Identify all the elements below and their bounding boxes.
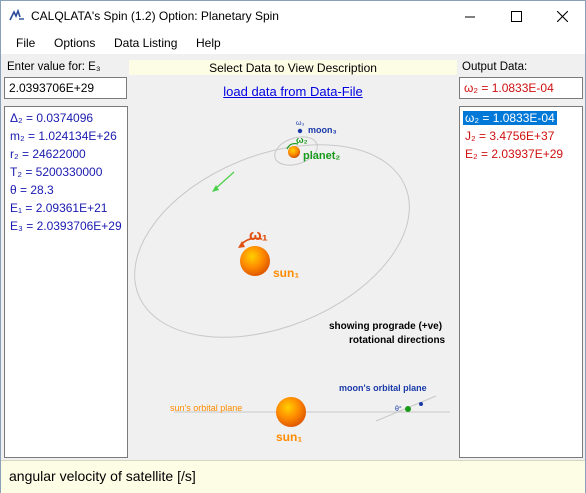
planet-sphere [288, 146, 300, 158]
input-data-list[interactable]: Δ₂ = 0.0374096 m₂ = 1.024134E+26 r₂ = 24… [4, 106, 128, 458]
maximize-button[interactable] [493, 1, 539, 32]
close-icon [556, 11, 568, 22]
diagram-canvas: ω₁ sun₁ ω₂ planet₂ ω₃ moon₃ showing prog… [130, 106, 456, 458]
caption-line-1: showing prograde (+ve) [329, 321, 443, 332]
list-item[interactable]: m₂ = 1.024134E+26 [10, 129, 117, 143]
menu-options[interactable]: Options [54, 36, 95, 50]
moon-label: moon₃ [308, 125, 337, 135]
title-bar: CALQLATA's Spin (1.2) Option: Planetary … [1, 1, 585, 32]
minimize-icon [465, 16, 475, 17]
list-item[interactable]: r₂ = 24622000 [10, 147, 86, 161]
load-data-link[interactable]: load data from Data-File [129, 84, 457, 99]
sun-label: sun₁ [273, 266, 300, 280]
output-label: Output Data: [462, 61, 528, 73]
list-item[interactable]: E₂ = 2.03937E+29 [465, 147, 563, 161]
list-item[interactable]: Δ₂ = 0.0374096 [10, 111, 93, 125]
input-label: Enter value for: E₃ [7, 61, 101, 73]
sun-label-bottom: sun₁ [276, 430, 303, 444]
caption-line-2: rotational directions [349, 335, 446, 346]
output-field: ω₂ = 1.0833E-04 [459, 77, 583, 99]
sun-orbital-plane-label: sun's orbital plane [170, 403, 243, 413]
moon-orbital-plane-label: moon's orbital plane [339, 383, 427, 393]
omega3-label: ω₃ [296, 120, 305, 127]
description-text: angular velocity of satellite [/s] [9, 468, 196, 484]
moon-sphere-side [419, 402, 423, 406]
list-item-selected[interactable]: ω₂ = 1.0833E-04 [463, 111, 557, 125]
sun-sphere [240, 246, 270, 276]
description-label: Select Data to View Description [209, 61, 377, 75]
output-data-list[interactable]: ω₂ = 1.0833E-04 J₂ = 3.4756E+37 E₂ = 2.0… [459, 106, 583, 458]
omega2-label: ω₂ [296, 135, 308, 145]
window-title: CALQLATA's Spin (1.2) Option: Planetary … [31, 9, 279, 23]
menu-file[interactable]: File [16, 36, 35, 50]
list-item[interactable]: T₂ = 5200330000 [10, 165, 102, 179]
minimize-button[interactable] [447, 1, 493, 32]
description-status-bar: angular velocity of satellite [/s] [1, 460, 585, 493]
planet-sphere-side [405, 406, 411, 412]
omega1-label: ω₁ [249, 227, 268, 244]
menu-bar: File Options Data Listing Help [1, 32, 585, 54]
sun-sphere-side [276, 397, 306, 427]
close-button[interactable] [539, 1, 585, 32]
value-input[interactable]: 2.0393706E+29 [4, 77, 127, 99]
list-item[interactable]: θ = 28.3 [10, 183, 54, 197]
theta-mark: θ° [395, 406, 402, 413]
menu-help[interactable]: Help [196, 36, 221, 50]
app-window: CALQLATA's Spin (1.2) Option: Planetary … [0, 0, 586, 493]
maximize-icon [510, 11, 522, 22]
app-logo-icon [9, 9, 24, 21]
list-item[interactable]: J₂ = 3.4756E+37 [465, 129, 554, 143]
list-item[interactable]: E₁ = 2.09361E+21 [10, 201, 107, 215]
moon-sphere [297, 128, 303, 134]
menu-data-listing[interactable]: Data Listing [114, 36, 177, 50]
planet-label: planet₂ [303, 150, 341, 162]
list-item[interactable]: E₃ = 2.0393706E+29 [10, 219, 122, 233]
